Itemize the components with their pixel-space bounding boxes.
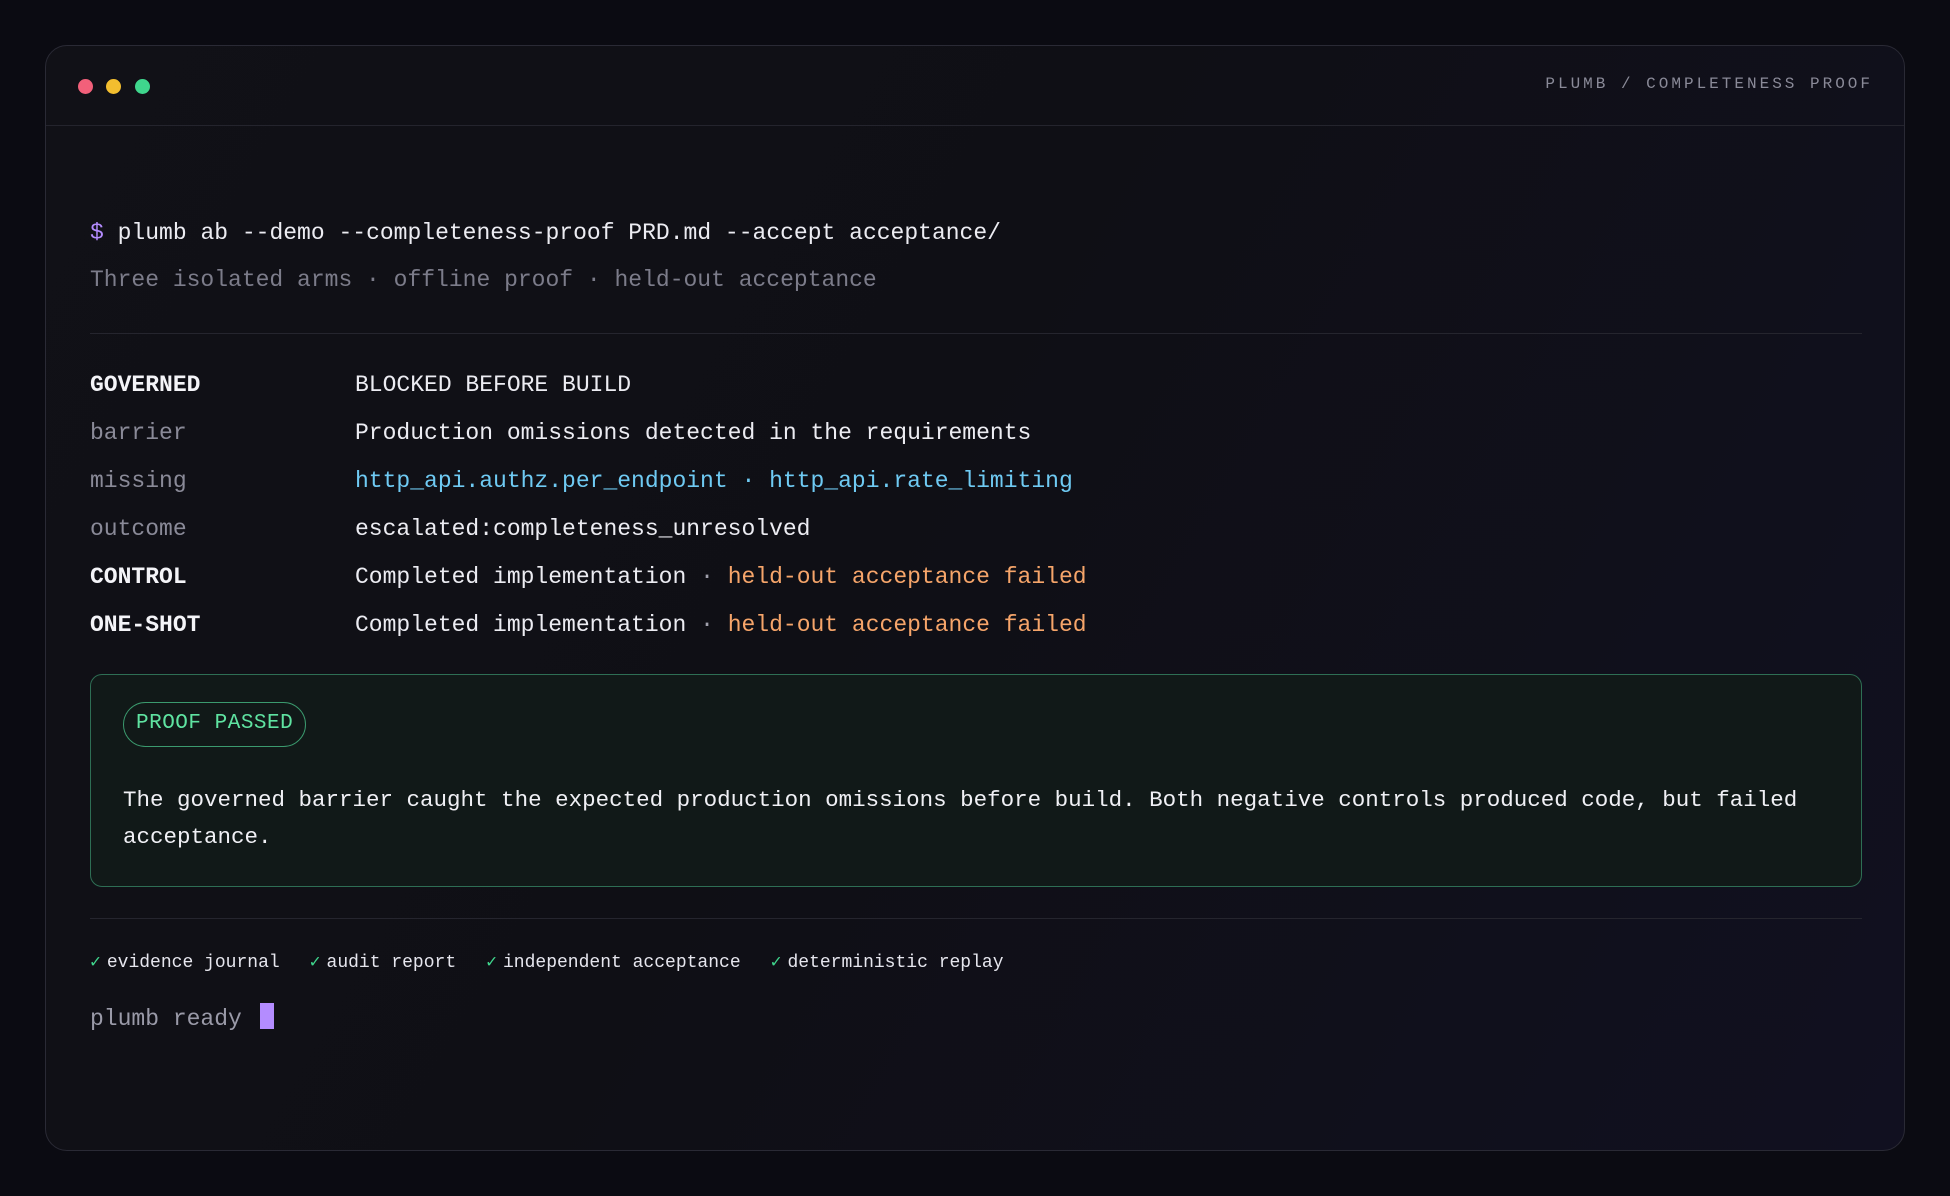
checkmark-icon: ✓ bbox=[90, 953, 101, 973]
terminal-cursor bbox=[259, 1003, 274, 1029]
control-status: held-out acceptance failed bbox=[727, 564, 1087, 590]
divider bbox=[90, 918, 1862, 919]
divider bbox=[90, 333, 1862, 334]
check-item-deterministic-replay: ✓ deterministic replay bbox=[771, 951, 1004, 973]
missing-item-authz: http_api.authz.per_endpoint bbox=[355, 468, 728, 494]
control-separator: · bbox=[686, 564, 728, 590]
outcome-key: outcome bbox=[90, 516, 187, 542]
check-label: audit report bbox=[326, 953, 457, 973]
barrier-key: barrier bbox=[90, 420, 187, 446]
checkmark-icon: ✓ bbox=[309, 953, 321, 973]
one-shot-status: held-out acceptance failed bbox=[727, 612, 1087, 638]
one-shot-separator: · bbox=[686, 612, 728, 638]
minimize-window-button[interactable] bbox=[106, 79, 121, 94]
control-key: CONTROL bbox=[90, 564, 187, 590]
command-line: $ plumb ab --demo --completeness-proof P… bbox=[90, 220, 1001, 246]
command-text: plumb ab --demo --completeness-proof PRD… bbox=[117, 220, 1001, 246]
missing-value: http_api.authz.per_endpoint · http_api.r… bbox=[355, 468, 1073, 494]
check-item-independent-acceptance: ✓ independent acceptance bbox=[486, 951, 740, 973]
close-window-button[interactable] bbox=[78, 79, 93, 94]
missing-key: missing bbox=[90, 468, 187, 494]
barrier-value: Production omissions detected in the req… bbox=[355, 420, 1032, 446]
title-bar: PLUMB / COMPLETENESS PROOF bbox=[46, 46, 1904, 126]
checkmark-icon: ✓ bbox=[486, 953, 497, 973]
control-value: Completed implementation · held-out acce… bbox=[355, 564, 1087, 590]
maximize-window-button[interactable] bbox=[135, 79, 150, 94]
outcome-value: escalated:completeness_unresolved bbox=[355, 516, 811, 542]
check-label: deterministic replay bbox=[787, 953, 1004, 973]
check-item-evidence-journal: ✓ evidence journal bbox=[90, 951, 280, 973]
window-title: PLUMB / COMPLETENESS PROOF bbox=[1545, 75, 1873, 93]
missing-item-rate-limiting: http_api.rate_limiting bbox=[769, 468, 1073, 494]
proof-status-badge: PROOF PASSED bbox=[123, 702, 307, 747]
check-label: independent acceptance bbox=[502, 953, 741, 973]
control-prefix: Completed implementation bbox=[355, 564, 687, 590]
prompt-symbol: $ bbox=[90, 220, 104, 246]
one-shot-key: ONE-SHOT bbox=[90, 612, 201, 638]
missing-separator: · bbox=[727, 468, 770, 494]
check-label: evidence journal bbox=[106, 953, 280, 973]
one-shot-prefix: Completed implementation bbox=[355, 612, 687, 638]
checkmark-icon: ✓ bbox=[770, 953, 782, 973]
proof-message: The governed barrier caught the expected… bbox=[123, 787, 1798, 850]
checks-list: ✓ evidence journal ✓ audit report ✓ independe… bbox=[90, 951, 1034, 973]
ready-text: plumb ready bbox=[90, 1006, 242, 1032]
proof-panel: PROOF PASSED The governed barrier caught… bbox=[90, 674, 1862, 887]
check-item-audit-report: ✓ audit report bbox=[310, 951, 456, 973]
one-shot-value: Completed implementation · held-out acce… bbox=[355, 612, 1087, 638]
terminal-window: PLUMB / COMPLETENESS PROOF $ plumb ab --… bbox=[45, 45, 1905, 1151]
governed-key: GOVERNED bbox=[90, 372, 201, 398]
governed-value: BLOCKED BEFORE BUILD bbox=[355, 372, 632, 398]
command-subtitle: Three isolated arms · offline proof · he… bbox=[90, 267, 877, 293]
ready-prompt[interactable]: plumb ready bbox=[90, 1003, 274, 1032]
